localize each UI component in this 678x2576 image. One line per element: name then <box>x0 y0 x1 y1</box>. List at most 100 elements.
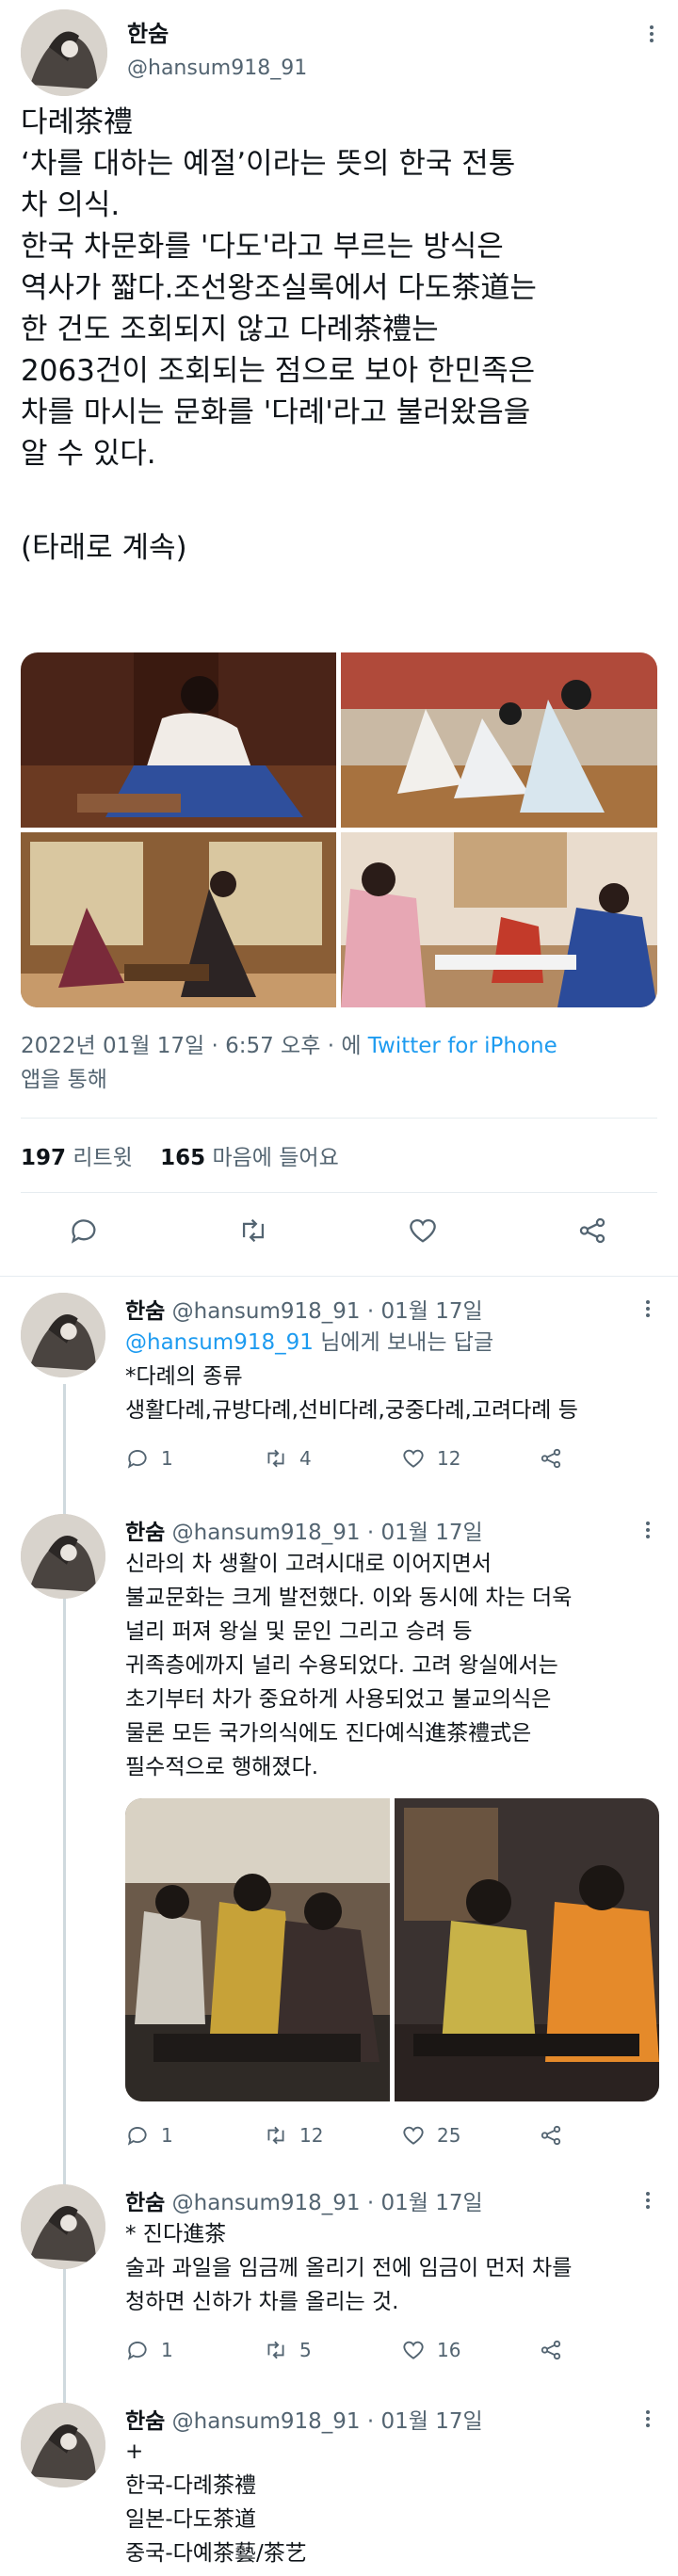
share-button[interactable] <box>539 1446 574 1471</box>
like-count[interactable]: 165 <box>160 1146 205 1170</box>
reply-author-name[interactable]: 한숨 <box>125 2191 165 2215</box>
tweet-line: ‘차를 대하는 예절’이라는 뜻의 한국 전통 <box>21 147 516 181</box>
tweet-text: 다례茶禮 ‘차를 대하는 예절’이라는 뜻의 한국 전통 차 의식. 한국 차문… <box>21 102 537 569</box>
reply-author-name[interactable]: 한숨 <box>125 1521 165 1545</box>
like-count: 25 <box>437 2124 461 2147</box>
heart-icon[interactable] <box>407 1215 439 1247</box>
tweet-line: 2063건이 조회되는 점으로 보아 한민족은 <box>21 354 536 388</box>
like-count: 16 <box>437 2339 461 2361</box>
reply-to-suffix: 님에게 보내는 답글 <box>320 1330 494 1355</box>
reply-line: 필수적으로 행해졌다. <box>125 1755 319 1779</box>
retweet-button[interactable]: 4 <box>264 1446 312 1471</box>
retweet-icon <box>267 2126 284 2145</box>
tweet-line: 차 의식. <box>21 188 121 222</box>
photo-tea-ceremony-2[interactable] <box>341 652 657 828</box>
reply-line: 불교문화는 크게 발전했다. 이와 동시에 차는 더욱 <box>125 1586 573 1610</box>
reply-count: 1 <box>161 2124 173 2147</box>
more-icon[interactable] <box>646 2407 650 2430</box>
reply-text: @hansum918_91 님에게 보내는 답글 *다례의 종류 생활다례,규방… <box>125 1326 578 1427</box>
share-icon[interactable] <box>576 1215 608 1247</box>
tweet-line: (타래로 계속) <box>21 531 187 565</box>
more-icon[interactable] <box>646 1297 650 1320</box>
retweet-count: 12 <box>299 2124 324 2147</box>
tweet-line <box>21 475 537 516</box>
reply-line: + <box>125 2439 144 2464</box>
like-count: 12 <box>437 1447 461 1470</box>
reply-line: *다례의 종류 <box>125 1364 243 1389</box>
tweet-line: 알 수 있다. <box>21 437 156 471</box>
reply-text: 신라의 차 생활이 고려시대로 이어지면서 불교문화는 크게 발전했다. 이와 … <box>125 1547 572 1784</box>
photo-drama-still-2[interactable] <box>395 1798 659 2101</box>
reply-text: * 진다進茶 술과 과일을 임금께 올리기 전에 임금이 먼저 차를 청하면 신… <box>125 2217 572 2319</box>
photo-tea-ceremony-1[interactable] <box>21 652 336 828</box>
reply-line: 한국-다례茶禮 <box>125 2473 256 2498</box>
retweet-button[interactable]: 5 <box>264 2338 312 2362</box>
divider <box>21 1118 657 1119</box>
avatar[interactable] <box>21 1514 105 1599</box>
avatar[interactable] <box>21 1293 105 1377</box>
reply-button[interactable]: 1 <box>125 1446 173 1471</box>
avatar[interactable] <box>21 9 107 96</box>
tweet-line: 역사가 짧다.조선왕조실록에서 다도茶道는 <box>21 271 537 305</box>
reply-icon[interactable] <box>68 1215 100 1247</box>
photo-tea-ceremony-4[interactable] <box>341 832 657 1007</box>
tweet-stats: 197 리트윗 165 마음에 들어요 <box>21 1139 339 1171</box>
reply-line: 일본-다도茶道 <box>125 2507 256 2532</box>
share-icon <box>541 2125 561 2146</box>
heart-icon <box>403 2341 424 2359</box>
author-handle[interactable]: @hansum918_91 <box>127 56 307 80</box>
reply-line: 초기부터 차가 중요하게 사용되었고 불교의식은 <box>125 1687 552 1712</box>
reply-author-handle[interactable]: @hansum918_91 · 01월 17일 <box>172 1521 483 1545</box>
retweet-icon <box>267 2341 284 2359</box>
retweet-label[interactable]: 리트윗 <box>73 1146 132 1170</box>
reply-line: 물론 모든 국가의식에도 진다예식進茶禮式은 <box>125 1721 532 1746</box>
like-button[interactable]: 16 <box>401 2338 460 2362</box>
like-label[interactable]: 마음에 들어요 <box>212 1146 338 1170</box>
retweet-count[interactable]: 197 <box>21 1146 66 1170</box>
reply-author-handle[interactable]: @hansum918_91 · 01월 17일 <box>172 2191 483 2215</box>
more-icon[interactable] <box>646 1519 650 1541</box>
share-icon <box>541 2340 561 2360</box>
photo-tea-ceremony-3[interactable] <box>21 832 336 1007</box>
mention-link[interactable]: @hansum918_91 <box>125 1330 314 1355</box>
reply-count: 1 <box>161 1447 173 1470</box>
retweet-icon[interactable] <box>237 1215 269 1247</box>
tweet-source-link[interactable]: Twitter for iPhone <box>368 1034 557 1058</box>
reply-line: 생활다례,규방다례,선비다례,궁중다례,고려다례 등 <box>125 1398 578 1423</box>
tweet-date[interactable]: 2022년 01월 17일 · 6:57 오후 · 에 <box>21 1034 361 1058</box>
reply-button[interactable]: 1 <box>125 2123 173 2148</box>
tweet-line: 한국 차문화를 '다도'라고 부르는 방식은 <box>21 230 504 264</box>
retweet-button[interactable]: 12 <box>264 2123 323 2148</box>
more-icon[interactable] <box>646 2189 650 2212</box>
reply-icon <box>127 2127 147 2146</box>
tweet-line: 다례茶禮 <box>21 105 134 139</box>
tweet-source-suffix: 앱을 통해 <box>21 1068 107 1092</box>
reply-header: 한숨 @hansum918_91 · 01월 17일 <box>125 2184 483 2216</box>
reply-author-handle[interactable]: @hansum918_91 · 01월 17일 <box>172 2409 483 2434</box>
share-button[interactable] <box>539 2123 574 2148</box>
reply-line: 중국-다예茶藝/茶艺 <box>125 2541 307 2566</box>
reply-line: 신라의 차 생활이 고려시대로 이어지면서 <box>125 1552 492 1576</box>
reply-author-handle[interactable]: @hansum918_91 · 01월 17일 <box>172 1299 483 1324</box>
reply-author-name[interactable]: 한숨 <box>125 1299 165 1324</box>
avatar[interactable] <box>21 2403 105 2487</box>
retweet-count: 5 <box>299 2339 312 2361</box>
avatar[interactable] <box>21 2184 105 2269</box>
share-button[interactable] <box>539 2338 574 2362</box>
like-button[interactable]: 25 <box>401 2123 460 2148</box>
reply-line: * 진다進茶 <box>125 2222 227 2246</box>
tweet-line: 한 건도 조회되지 않고 다례茶禮는 <box>21 313 439 346</box>
reply-button[interactable]: 1 <box>125 2338 173 2362</box>
retweet-icon <box>267 1449 284 1468</box>
more-icon[interactable] <box>650 23 654 45</box>
reply-icon <box>127 1450 147 1469</box>
reply-author-name[interactable]: 한숨 <box>125 2409 165 2434</box>
tweet-line: 차를 마시는 문화를 '다례'라고 불러왔음을 <box>21 395 531 429</box>
reply-header: 한숨 @hansum918_91 · 01월 17일 <box>125 1514 483 1546</box>
heart-icon <box>403 2126 424 2145</box>
author-name[interactable]: 한숨 <box>127 15 169 48</box>
reply-icon <box>127 2342 147 2360</box>
reply-line: 귀족층에까지 널리 수용되었다. 고려 왕실에서는 <box>125 1653 558 1678</box>
photo-drama-still-1[interactable] <box>125 1798 390 2101</box>
like-button[interactable]: 12 <box>401 1446 460 1471</box>
